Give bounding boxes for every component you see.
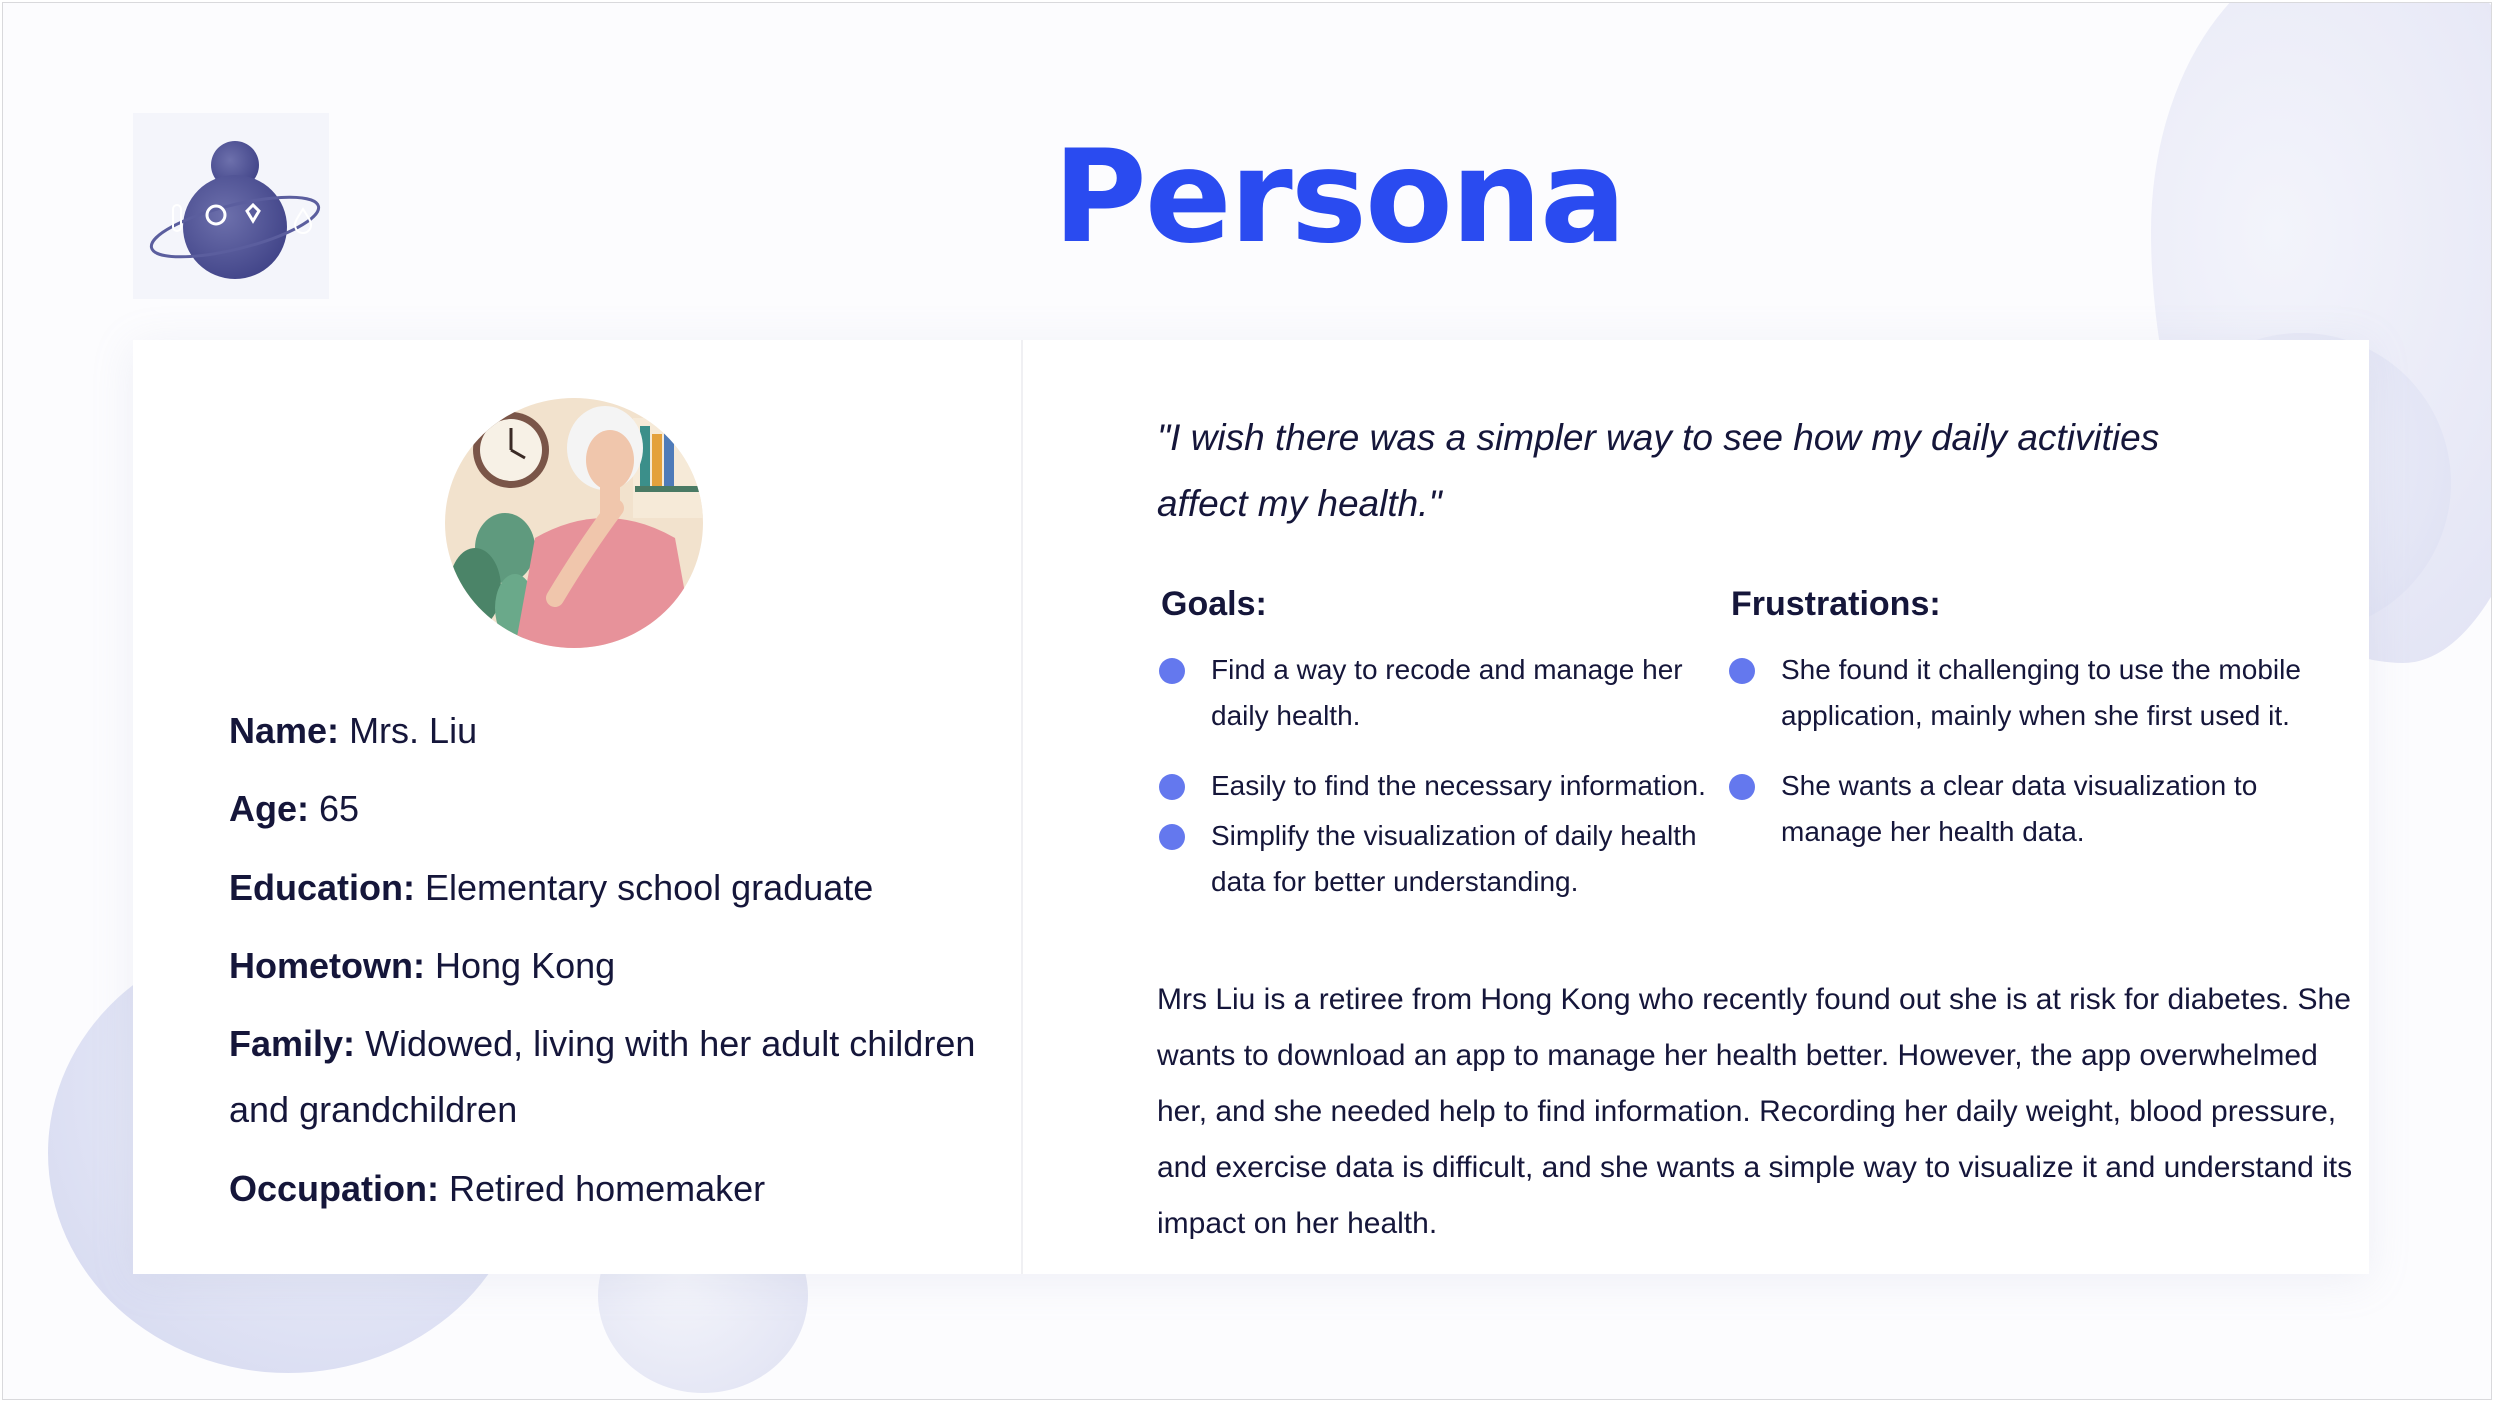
frustration-text: She wants a clear data visualization to … xyxy=(1781,770,2258,847)
frustrations-list: She found it challenging to use the mobi… xyxy=(1729,647,2329,855)
list-item: She found it challenging to use the mobi… xyxy=(1729,647,2329,739)
persona-quote: "I wish there was a simpler way to see h… xyxy=(1157,417,2160,524)
education-label: Education: xyxy=(229,867,415,908)
bullet-dot-icon xyxy=(1729,658,1755,684)
persona-slide: Persona Name: Mrs. Liu Age: 65 Education… xyxy=(2,2,2492,1400)
goals-heading: Goals: xyxy=(1161,585,1267,623)
age-label: Age: xyxy=(229,788,309,829)
persona-bio: Mrs Liu is a retiree from Hong Kong who … xyxy=(1157,983,2353,1240)
occupation-label: Occupation: xyxy=(229,1168,440,1209)
profile-name: Name: Mrs. Liu xyxy=(229,698,989,764)
list-item: Find a way to recode and manage her dail… xyxy=(1159,647,1719,739)
list-item: Simplify the visualization of daily heal… xyxy=(1159,813,1719,905)
page-title: Persona xyxy=(1053,123,1626,272)
app-logo xyxy=(133,113,329,299)
health-person-logo-icon xyxy=(149,141,321,279)
name-value: Mrs. Liu xyxy=(349,710,478,751)
name-label: Name: xyxy=(229,710,340,751)
bullet-dot-icon xyxy=(1159,774,1185,800)
elderly-woman-avatar-icon xyxy=(445,398,703,648)
profile-education: Education: Elementary school graduate xyxy=(229,855,989,921)
column-divider xyxy=(1021,340,1023,1274)
frustrations-heading: Frustrations: xyxy=(1731,585,1941,623)
bullet-dot-icon xyxy=(1729,774,1755,800)
persona-card: Name: Mrs. Liu Age: 65 Education: Elemen… xyxy=(133,340,2369,1274)
hometown-value: Hong Kong xyxy=(435,945,616,986)
list-item: She wants a clear data visualization to … xyxy=(1729,763,2329,855)
goal-text: Simplify the visualization of daily heal… xyxy=(1211,820,1697,897)
family-label: Family: xyxy=(229,1023,356,1064)
bullet-dot-icon xyxy=(1159,824,1185,850)
frustration-text: She found it challenging to use the mobi… xyxy=(1781,654,2301,731)
profile-hometown: Hometown: Hong Kong xyxy=(229,933,989,999)
goal-text: Find a way to recode and manage her dail… xyxy=(1211,654,1683,731)
hometown-label: Hometown: xyxy=(229,945,425,986)
age-value: 65 xyxy=(319,788,360,829)
list-item: Easily to find the necessary information… xyxy=(1159,763,1719,809)
profile-occupation: Occupation: Retired homemaker xyxy=(229,1156,989,1222)
profile-age: Age: 65 xyxy=(229,776,989,842)
persona-avatar xyxy=(445,398,703,648)
goal-text: Easily to find the necessary information… xyxy=(1211,770,1706,801)
education-value: Elementary school graduate xyxy=(425,867,874,908)
bullet-dot-icon xyxy=(1159,658,1185,684)
occupation-value: Retired homemaker xyxy=(449,1168,766,1209)
profile-family: Family: Widowed, living with her adult c… xyxy=(229,1011,989,1143)
goals-list: Find a way to recode and manage her dail… xyxy=(1159,647,1719,905)
